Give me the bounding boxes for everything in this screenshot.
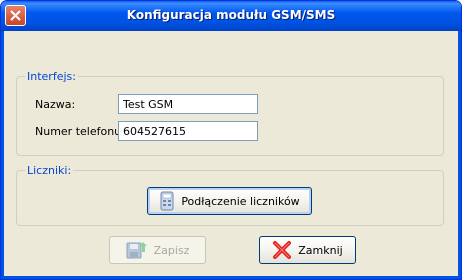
window-frame-left — [1, 31, 4, 279]
liczniki-legend: Liczniki: — [27, 164, 72, 177]
save-icon — [126, 242, 147, 259]
connect-counters-label: Podłączenie liczników — [181, 194, 300, 208]
connect-counters-button[interactable]: Podłączenie liczników — [147, 187, 312, 215]
dialog-window: Konfiguracja modułu GSM/SMS Interfejs: N… — [0, 0, 462, 280]
save-label: Zapisz — [153, 243, 190, 257]
name-label: Nazwa: — [35, 98, 76, 111]
window-title: Konfiguracja modułu GSM/SMS — [126, 8, 336, 22]
save-button[interactable]: Zapisz — [109, 236, 206, 264]
interfejs-legend: Interfejs: — [27, 70, 76, 83]
red-x-icon — [273, 241, 292, 259]
close-label: Zamknij — [298, 243, 343, 257]
name-field[interactable] — [118, 94, 258, 114]
phone-field[interactable] — [118, 121, 258, 141]
phone-label: Numer telefonu: — [35, 125, 125, 138]
counter-device-icon — [160, 191, 174, 211]
window-frame-bottom — [1, 276, 461, 279]
close-button[interactable]: Zamknij — [259, 236, 356, 264]
title-bar[interactable]: Konfiguracja modułu GSM/SMS — [1, 1, 461, 31]
window-frame-right — [458, 31, 461, 279]
